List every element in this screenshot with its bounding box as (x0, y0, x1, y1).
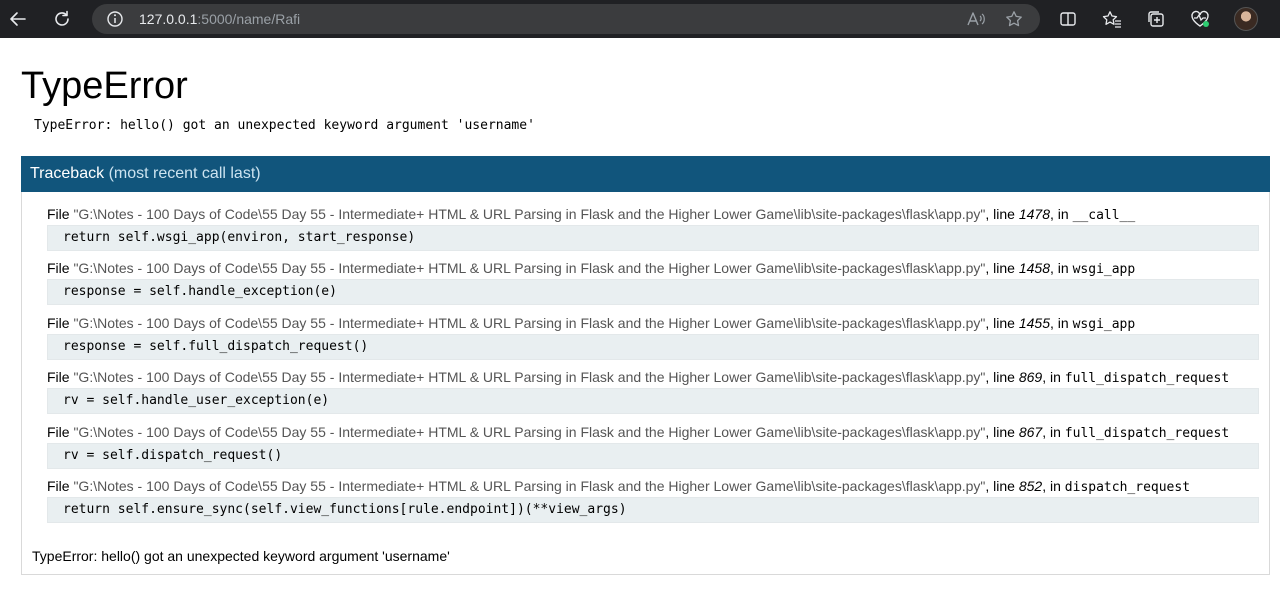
url-path: :5000/name/Rafi (197, 11, 301, 27)
frame-function: __call__ (1072, 208, 1136, 223)
back-icon[interactable] (3, 4, 33, 34)
traceback-frame: File "G:\Notes - 100 Days of Code\55 Day… (47, 205, 1259, 259)
info-icon[interactable] (106, 10, 124, 28)
frame-filename: "G:\Notes - 100 Days of Code\55 Day 55 -… (73, 260, 986, 277)
error-message: TypeError: hello() got an unexpected key… (34, 118, 535, 133)
traceback-frame: File "G:\Notes - 100 Days of Code\55 Day… (47, 368, 1259, 422)
frame-location: File "G:\Notes - 100 Days of Code\55 Day… (47, 423, 1230, 441)
frame-line-number: 1458 (1018, 260, 1051, 277)
frame-source-line[interactable]: return self.wsgi_app(environ, start_resp… (47, 225, 1259, 251)
frame-in-label: in (1057, 260, 1069, 277)
frame-filename: "G:\Notes - 100 Days of Code\55 Day 55 -… (73, 206, 986, 222)
refresh-icon[interactable] (47, 4, 77, 34)
profile-avatar[interactable] (1234, 7, 1258, 31)
frame-file-label: File (47, 423, 70, 440)
frame-in-label: in (1050, 477, 1061, 494)
frame-filename: "G:\Notes - 100 Days of Code\55 Day 55 -… (73, 423, 986, 440)
url-host: 127.0.0.1 (139, 11, 198, 27)
frame-function: full_dispatch_request (1064, 371, 1230, 387)
page-content: TypeError TypeError: hello() got an unex… (0, 38, 1280, 589)
frame-function: wsgi_app (1072, 316, 1136, 332)
frame-location: File "G:\Notes - 100 Days of Code\55 Day… (47, 260, 1136, 278)
frame-source-line[interactable]: return self.ensure_sync(self.view_functi… (47, 496, 1259, 523)
frame-location: File "G:\Notes - 100 Days of Code\55 Day… (47, 369, 1230, 387)
frame-line-label: line (993, 477, 1015, 494)
traceback-frame: File "G:\Notes - 100 Days of Code\55 Day… (47, 314, 1259, 368)
frame-line-number: 1478 (1018, 206, 1051, 222)
address-bar[interactable]: 127.0.0.1:5000/name/Rafi (92, 4, 1040, 34)
frame-source-line[interactable]: rv = self.dispatch_request() (47, 442, 1259, 469)
frame-file-label: File (47, 314, 70, 331)
frame-source-line[interactable]: response = self.full_dispatch_request() (47, 333, 1259, 360)
traceback-frame: File "G:\Notes - 100 Days of Code\55 Day… (47, 477, 1259, 531)
traceback-heading: Traceback (30, 165, 105, 182)
traceback-final-message: TypeError: hello() got an unexpected key… (32, 548, 450, 564)
read-aloud-icon[interactable] (966, 10, 986, 28)
frame-line-number: 1455 (1018, 314, 1051, 331)
traceback-frame: File "G:\Notes - 100 Days of Code\55 Day… (47, 259, 1259, 313)
frame-filename: "G:\Notes - 100 Days of Code\55 Day 55 -… (73, 477, 986, 494)
frame-function: dispatch_request (1064, 479, 1191, 495)
frame-file-label: File (47, 206, 70, 222)
frame-line-label: line (993, 423, 1015, 440)
collections-icon[interactable] (1141, 4, 1171, 34)
frame-filename: "G:\Notes - 100 Days of Code\55 Day 55 -… (73, 369, 986, 386)
frame-in-label: in (1057, 314, 1069, 331)
favorites-icon[interactable] (1097, 4, 1127, 34)
frame-function: full_dispatch_request (1064, 425, 1230, 441)
frame-source-line[interactable]: response = self.handle_exception(e) (47, 279, 1259, 306)
frame-file-label: File (47, 477, 70, 494)
browser-essentials-icon[interactable] (1185, 4, 1215, 34)
frame-location: File "G:\Notes - 100 Days of Code\55 Day… (47, 314, 1136, 332)
frame-file-label: File (47, 260, 70, 277)
frame-in-label: in (1057, 206, 1069, 222)
frame-line-number: 869 (1018, 369, 1043, 386)
frame-in-label: in (1050, 369, 1061, 386)
url-text[interactable]: 127.0.0.1:5000/name/Rafi (139, 11, 300, 27)
traceback-panel: Traceback (most recent call last) File "… (21, 156, 1270, 575)
traceback-header[interactable]: Traceback (most recent call last) (21, 156, 1270, 192)
frame-file-label: File (47, 369, 70, 386)
browser-toolbar: 127.0.0.1:5000/name/Rafi (0, 0, 1280, 38)
frame-in-label: in (1050, 423, 1061, 440)
frame-line-label: line (993, 206, 1015, 222)
frame-function: wsgi_app (1072, 262, 1136, 278)
frame-line-number: 852 (1018, 477, 1043, 494)
frame-source-line[interactable]: rv = self.handle_user_exception(e) (47, 388, 1259, 415)
frame-location: File "G:\Notes - 100 Days of Code\55 Day… (47, 477, 1191, 495)
frame-line-number: 867 (1018, 423, 1043, 440)
split-screen-icon[interactable] (1053, 4, 1083, 34)
frame-line-label: line (993, 369, 1015, 386)
traceback-subheading: (most recent call last) (108, 165, 261, 182)
page-title: TypeError (21, 65, 188, 107)
traceback-frame: File "G:\Notes - 100 Days of Code\55 Day… (47, 423, 1259, 477)
frame-line-label: line (993, 260, 1015, 277)
traceback-frames: File "G:\Notes - 100 Days of Code\55 Day… (47, 205, 1259, 531)
favorite-star-icon[interactable] (1005, 10, 1023, 28)
frame-line-label: line (993, 314, 1015, 331)
frame-filename: "G:\Notes - 100 Days of Code\55 Day 55 -… (73, 314, 986, 331)
frame-location: File "G:\Notes - 100 Days of Code\55 Day… (47, 206, 1136, 223)
